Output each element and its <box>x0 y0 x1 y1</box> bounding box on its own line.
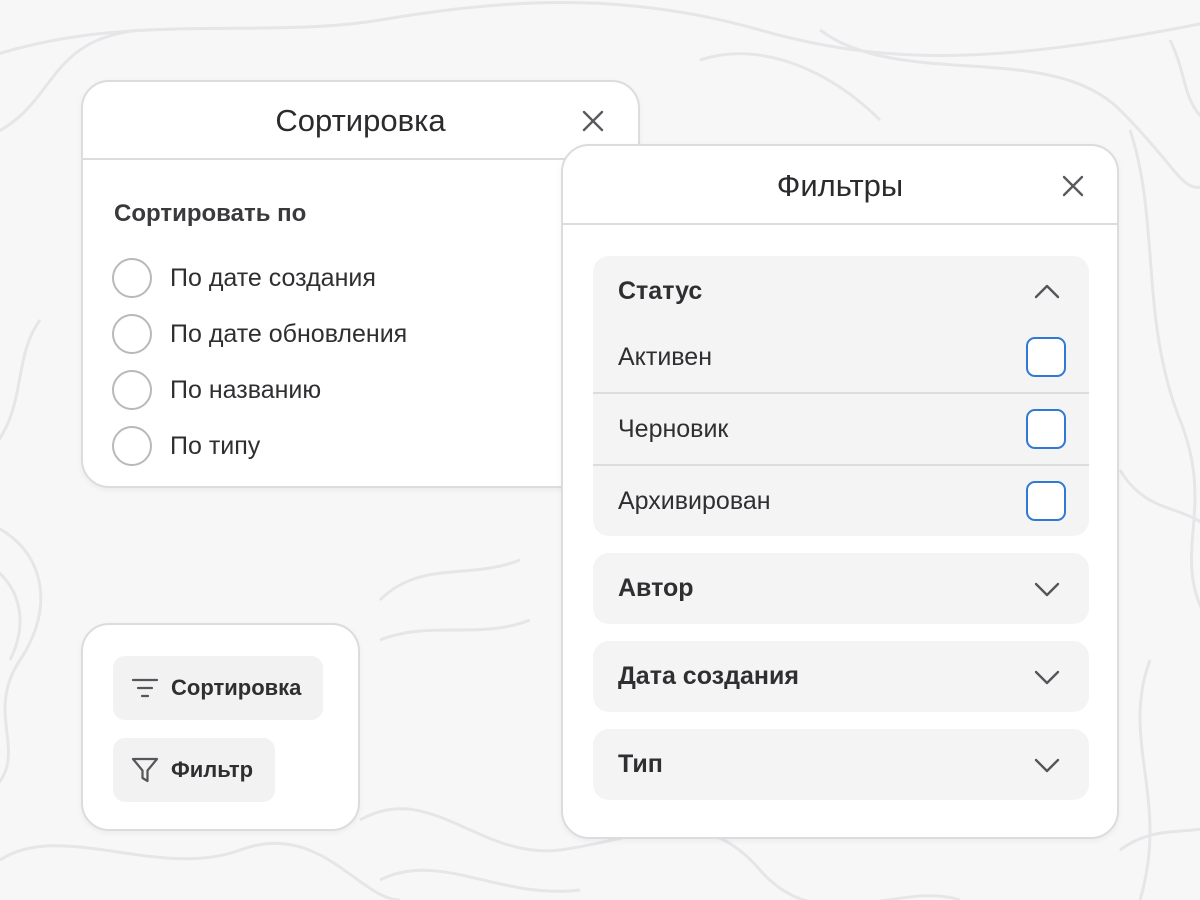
sort-option-updated[interactable]: По дате обновления <box>112 306 407 362</box>
sort-option-label: По названию <box>170 375 322 404</box>
chevron-down-icon <box>1034 582 1060 597</box>
sort-option-name[interactable]: По названию <box>112 362 407 418</box>
filter-option-archived[interactable]: Архивирован <box>593 464 1089 536</box>
filter-group-author: Автор <box>593 553 1089 624</box>
filter-button-label: Фильтр <box>171 757 254 782</box>
sort-button[interactable]: Сортировка <box>113 656 324 720</box>
filter-group-title: Дата создания <box>618 662 799 690</box>
filter-groups: Статус Активен Черновик Архивирован Авто <box>593 256 1089 817</box>
filter-option-active[interactable]: Активен <box>593 322 1089 392</box>
sort-option-created[interactable]: По дате создания <box>112 250 407 306</box>
filter-group-status: Статус Активен Черновик Архивирован <box>593 256 1089 536</box>
filter-panel-header: Фильтры <box>563 146 1117 225</box>
filter-option-label: Архивирован <box>618 486 771 515</box>
filter-option-draft[interactable]: Черновик <box>593 392 1089 464</box>
sort-option-type[interactable]: По типу <box>112 418 407 474</box>
filter-button[interactable]: Фильтр <box>113 738 276 802</box>
sort-close-button[interactable] <box>580 108 606 134</box>
sort-by-label: Сортировать по <box>114 200 307 227</box>
sort-option-label: По дате обновления <box>170 319 408 348</box>
filter-group-type: Тип <box>593 729 1089 800</box>
filter-group-status-header[interactable]: Статус <box>593 256 1089 327</box>
checkbox[interactable] <box>1026 337 1066 377</box>
sort-option-label: По дате создания <box>170 263 376 292</box>
sort-button-label: Сортировка <box>171 675 302 700</box>
sort-options-list: По дате создания По дате обновления По н… <box>112 250 407 474</box>
sort-panel-title: Сортировка <box>275 103 446 138</box>
chevron-up-icon <box>1034 284 1060 299</box>
filter-group-author-header[interactable]: Автор <box>593 553 1089 624</box>
filter-group-title: Статус <box>618 277 703 305</box>
filter-close-button[interactable] <box>1060 173 1086 199</box>
close-icon <box>582 110 604 132</box>
sort-panel-header: Сортировка <box>83 82 638 160</box>
filter-group-title: Автор <box>618 574 694 602</box>
filter-group-type-header[interactable]: Тип <box>593 729 1089 800</box>
filter-group-title: Тип <box>618 750 663 778</box>
radio-button[interactable] <box>112 370 152 410</box>
chevron-down-icon <box>1034 670 1060 685</box>
close-icon <box>1062 175 1084 197</box>
filter-option-label: Активен <box>618 342 713 371</box>
filter-group-created-date: Дата создания <box>593 641 1089 712</box>
funnel-icon <box>131 757 159 783</box>
sort-panel: Сортировка Сортировать по По дате создан… <box>81 80 640 488</box>
checkbox[interactable] <box>1026 481 1066 521</box>
filter-panel: Фильтры Статус Активен Черновик Архивиро… <box>561 144 1119 839</box>
filter-panel-title: Фильтры <box>776 168 904 203</box>
filter-option-label: Черновик <box>618 414 729 443</box>
chevron-down-icon <box>1034 758 1060 773</box>
sort-option-label: По типу <box>170 431 261 460</box>
checkbox[interactable] <box>1026 409 1066 449</box>
toolbar-card: Сортировка Фильтр <box>81 623 360 831</box>
radio-button[interactable] <box>112 258 152 298</box>
radio-button[interactable] <box>112 314 152 354</box>
sort-lines-icon <box>131 678 159 698</box>
radio-button[interactable] <box>112 426 152 466</box>
filter-group-created-date-header[interactable]: Дата создания <box>593 641 1089 712</box>
